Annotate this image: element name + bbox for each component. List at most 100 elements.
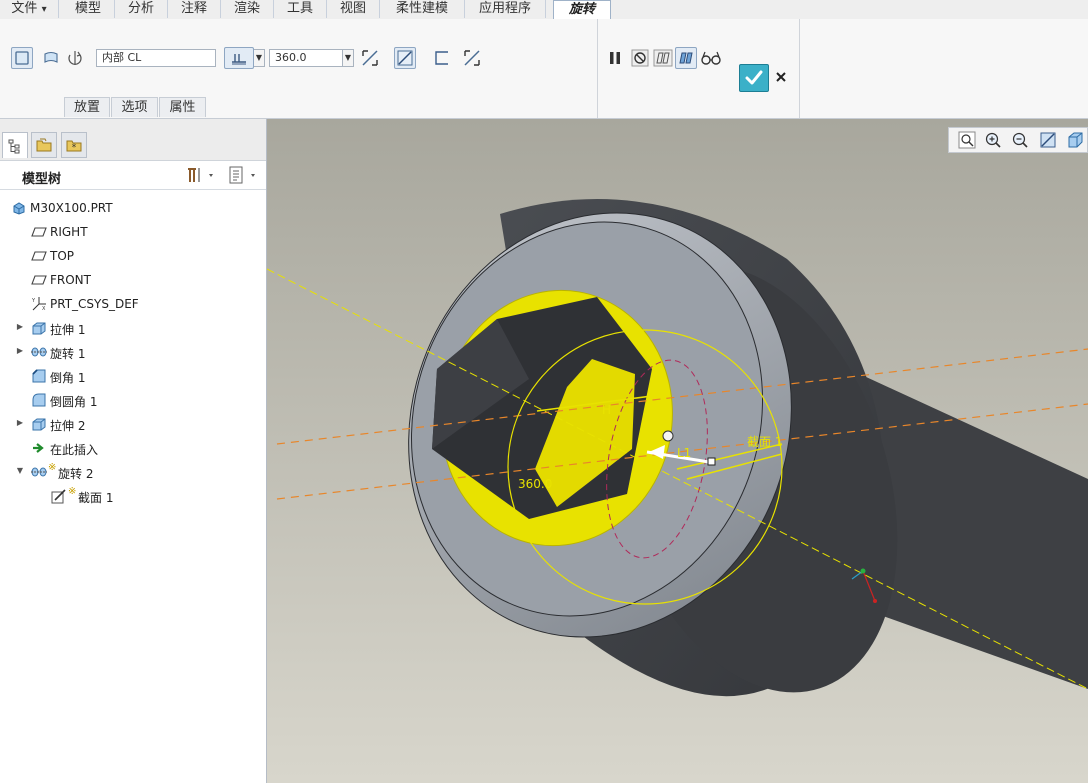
section-label[interactable]: 截面 1 (747, 435, 782, 449)
tree-item-label: 拉伸 1 (50, 323, 86, 337)
tab-revolve[interactable]: 旋转 (553, 0, 611, 20)
tree-item-right[interactable]: RIGHT (0, 220, 264, 244)
datum-plane-icon (31, 224, 47, 240)
tree-item-label: PRT_CSYS_DEF (50, 297, 139, 311)
expand-arrow-icon[interactable]: ▶ (15, 322, 25, 332)
svg-text:Y: Y (31, 298, 36, 304)
tree-item-label: M30X100.PRT (30, 201, 113, 215)
pivot-point[interactable] (662, 430, 674, 442)
drag-handle[interactable] (707, 457, 716, 466)
datum-plane-icon (31, 272, 47, 288)
verify-icon[interactable] (675, 47, 697, 69)
ribbon-divider (597, 19, 598, 118)
svg-text:X: X (42, 306, 46, 312)
tree-item-extrude-2[interactable]: ▶ 拉伸 2 (0, 412, 264, 436)
tab-options[interactable]: 选项 (111, 97, 158, 117)
flip-direction-icon[interactable] (359, 47, 381, 69)
view-cube-icon[interactable] (1064, 130, 1086, 150)
tree-item-front[interactable]: FRONT (0, 268, 264, 292)
tree-item-extrude-1[interactable]: ▶ 拉伸 1 (0, 316, 264, 340)
round-icon (31, 392, 47, 408)
repaint-icon[interactable] (1037, 130, 1059, 150)
tree-item-label: 倒角 1 (50, 371, 86, 385)
csys-origin (860, 568, 866, 574)
zoom-out-icon[interactable] (1009, 130, 1031, 150)
angle-input[interactable]: 360.0 (269, 49, 343, 67)
insert-arrow-icon (31, 440, 47, 456)
modified-marker: ※ (48, 462, 57, 473)
revolve-icon (31, 464, 47, 480)
ribbon: 内部 CL ▼ 360.0 ▼ 放置 选项 属性 (0, 19, 1088, 119)
surface-icon[interactable] (40, 47, 62, 69)
glasses-icon[interactable] (700, 47, 722, 69)
tree-item-label: 旋转 1 (50, 347, 86, 361)
tab-model[interactable]: 模型 (62, 0, 115, 18)
menu-file[interactable]: 文件 ▾ (0, 0, 59, 18)
rotate-axis-icon[interactable] (64, 47, 86, 69)
part-icon (11, 200, 27, 216)
tree-item-csys[interactable]: YX PRT_CSYS_DEF (0, 292, 264, 316)
refit-icon[interactable] (956, 130, 978, 150)
view-toolbar (948, 127, 1088, 153)
tab-flexible-modeling[interactable]: 柔性建模 (380, 0, 465, 18)
tab-placement[interactable]: 放置 (64, 97, 110, 117)
tree-settings-icon[interactable] (184, 165, 220, 185)
tree-show-icon[interactable] (226, 165, 262, 185)
folder-browser-tab-icon[interactable] (31, 132, 57, 158)
chevron-down-icon[interactable]: ▼ (254, 49, 265, 67)
navigator-panel: * 模型树 M30X100.PRT RIGHT TOP FRONT YX PRT… (0, 119, 267, 783)
cancel-x-icon[interactable] (770, 66, 792, 88)
revolve-icon (31, 344, 47, 360)
tree-item-section-1[interactable]: ※ 截面 1 (0, 484, 264, 508)
tab-view[interactable]: 视图 (327, 0, 380, 18)
tree-item-label: 截面 1 (78, 491, 114, 505)
ribbon-divider (799, 19, 800, 118)
solid-icon[interactable] (11, 47, 33, 69)
angle-dimension[interactable]: 360.0 (518, 477, 552, 491)
tree-item-chamfer-1[interactable]: 倒角 1 (0, 364, 264, 388)
menu-bar: 文件 ▾ 模型 分析 注释 渲染 工具 视图 柔性建模 应用程序 旋转 (0, 0, 1088, 20)
extrude-icon (31, 320, 47, 336)
tab-annotate[interactable]: 注释 (168, 0, 221, 18)
pause-icon[interactable] (604, 47, 626, 69)
zoom-in-icon[interactable] (982, 130, 1004, 150)
tree-item-revolve-2[interactable]: ▼ ※ 旋转 2 (0, 460, 264, 484)
collapse-arrow-icon[interactable]: ▼ (15, 466, 25, 476)
thicken-icon[interactable] (431, 47, 453, 69)
model-canvas[interactable]: H L1 360.0 截面 1 (267, 119, 1088, 783)
model-tree-tab-icon[interactable] (2, 132, 28, 158)
tree-item-label: 旋转 2 (58, 467, 94, 481)
flip-thicken-icon[interactable] (461, 47, 483, 69)
l1-constraint-label: L1 (677, 446, 691, 460)
tree-item-label: 倒圆角 1 (50, 395, 98, 409)
expand-arrow-icon[interactable]: ▶ (15, 346, 25, 356)
graphics-viewport[interactable]: H L1 360.0 截面 1 (267, 119, 1088, 783)
tab-applications[interactable]: 应用程序 (465, 0, 546, 18)
tree-item-round-1[interactable]: 倒圆角 1 (0, 388, 264, 412)
ok-checkmark-icon[interactable] (739, 64, 769, 92)
tree-item-label: 在此插入 (50, 443, 99, 457)
tab-analysis[interactable]: 分析 (115, 0, 168, 18)
chevron-down-icon: ▾ (41, 4, 47, 15)
remove-material-icon[interactable] (394, 47, 416, 69)
favorites-tab-icon[interactable]: * (61, 132, 87, 158)
tree-item-top[interactable]: TOP (0, 244, 264, 268)
tree-item-revolve-1[interactable]: ▶ 旋转 1 (0, 340, 264, 364)
side-option-field[interactable]: 内部 CL (96, 49, 216, 67)
angle-type-icon[interactable] (224, 47, 254, 69)
tab-properties[interactable]: 属性 (159, 97, 206, 117)
preview-icon[interactable] (652, 47, 674, 69)
tree-item-label: FRONT (50, 273, 91, 287)
tree-item-part[interactable]: M30X100.PRT (0, 196, 264, 220)
tree-item-label: RIGHT (50, 225, 88, 239)
extrude-icon (31, 416, 47, 432)
datum-plane-icon (31, 248, 47, 264)
tree-item-insert-here[interactable]: 在此插入 (0, 436, 264, 460)
chevron-down-icon[interactable]: ▼ (343, 49, 354, 67)
csys-x-end (873, 599, 877, 603)
chamfer-icon (31, 368, 47, 384)
expand-arrow-icon[interactable]: ▶ (15, 418, 25, 428)
tab-render[interactable]: 渲染 (221, 0, 274, 18)
tab-tools[interactable]: 工具 (274, 0, 327, 18)
no-preview-icon[interactable] (629, 47, 651, 69)
